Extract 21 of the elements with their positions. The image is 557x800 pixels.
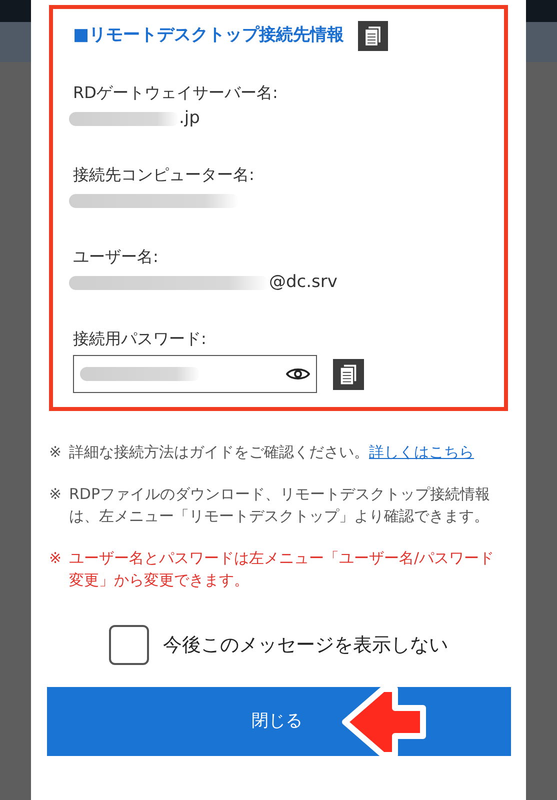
field-value: .jp bbox=[179, 107, 200, 130]
field-value: @dc.srv bbox=[269, 271, 338, 294]
field-label: 接続先コンピューター名: bbox=[73, 164, 256, 186]
copy-icon[interactable] bbox=[333, 358, 364, 390]
field-label: RDゲートウェイサーバー名: bbox=[73, 82, 279, 104]
copy-icon[interactable] bbox=[358, 21, 388, 51]
note-text: 詳細な接続方法はガイドをご確認ください。詳しくはこちら bbox=[69, 442, 475, 463]
note-mark: ※ bbox=[49, 442, 63, 463]
eye-icon[interactable] bbox=[286, 367, 310, 381]
field-label: 接続用パスワード: bbox=[73, 328, 208, 350]
checkbox-label: 今後このメッセージを表示しない bbox=[163, 632, 448, 658]
details-link[interactable]: 詳しくはこちら bbox=[369, 443, 474, 461]
note-mark: ※ bbox=[49, 484, 63, 505]
password-field[interactable] bbox=[73, 355, 317, 393]
checkbox[interactable] bbox=[109, 625, 149, 665]
panel-title: ■リモートデスクトップ接続先情報 bbox=[73, 24, 344, 48]
arrow-icon bbox=[339, 686, 429, 758]
note-mark: ※ bbox=[49, 548, 63, 569]
note-text: RDPファイルのダウンロード、リモートデスクトップ接続情報は、左メニュー「リモートデスクトップ」より確認できます。 bbox=[69, 484, 492, 527]
field-label: ユーザー名: bbox=[73, 246, 160, 268]
note-text: ユーザー名とパスワードは左メニュー「ユーザー名/パスワード変更」から変更できます。 bbox=[69, 548, 496, 591]
